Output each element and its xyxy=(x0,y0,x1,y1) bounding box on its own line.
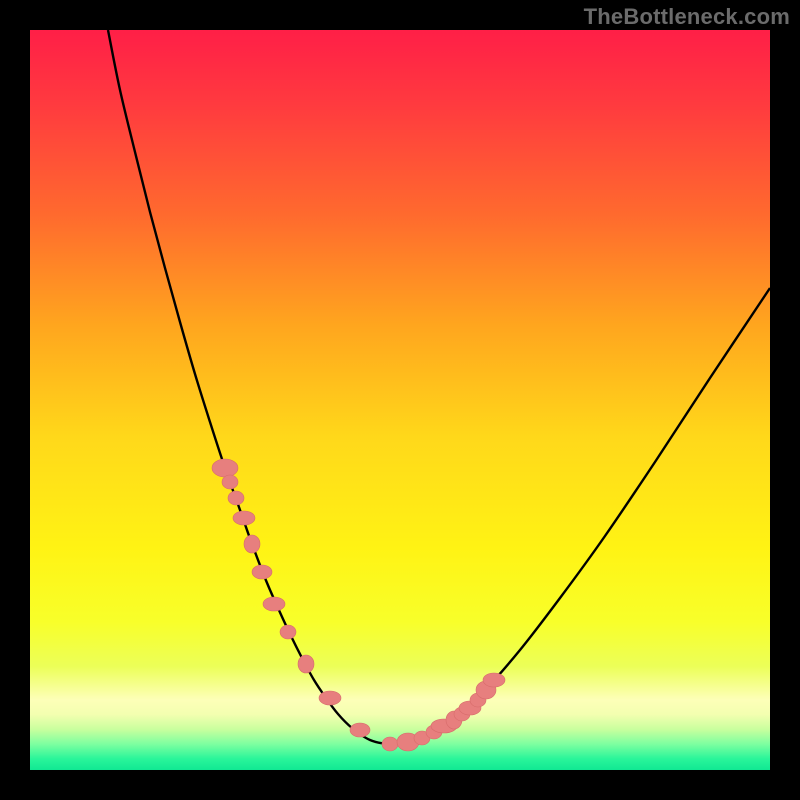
highlight-marker xyxy=(222,475,238,489)
highlight-marker xyxy=(350,723,370,737)
plot-area xyxy=(30,30,770,770)
highlight-marker xyxy=(228,491,244,505)
highlight-marker xyxy=(483,673,505,687)
curve-layer xyxy=(30,30,770,770)
highlight-marker xyxy=(233,511,255,525)
highlight-marker xyxy=(212,459,238,477)
highlight-marker xyxy=(382,737,398,751)
highlight-marker xyxy=(263,597,285,611)
highlight-marker xyxy=(319,691,341,705)
bottleneck-curve xyxy=(108,30,770,744)
watermark-text: TheBottleneck.com xyxy=(584,4,790,30)
highlight-markers xyxy=(212,459,505,751)
highlight-marker xyxy=(252,565,272,579)
outer-frame: TheBottleneck.com xyxy=(0,0,800,800)
highlight-marker xyxy=(298,655,314,673)
highlight-marker xyxy=(280,625,296,639)
highlight-marker xyxy=(244,535,260,553)
